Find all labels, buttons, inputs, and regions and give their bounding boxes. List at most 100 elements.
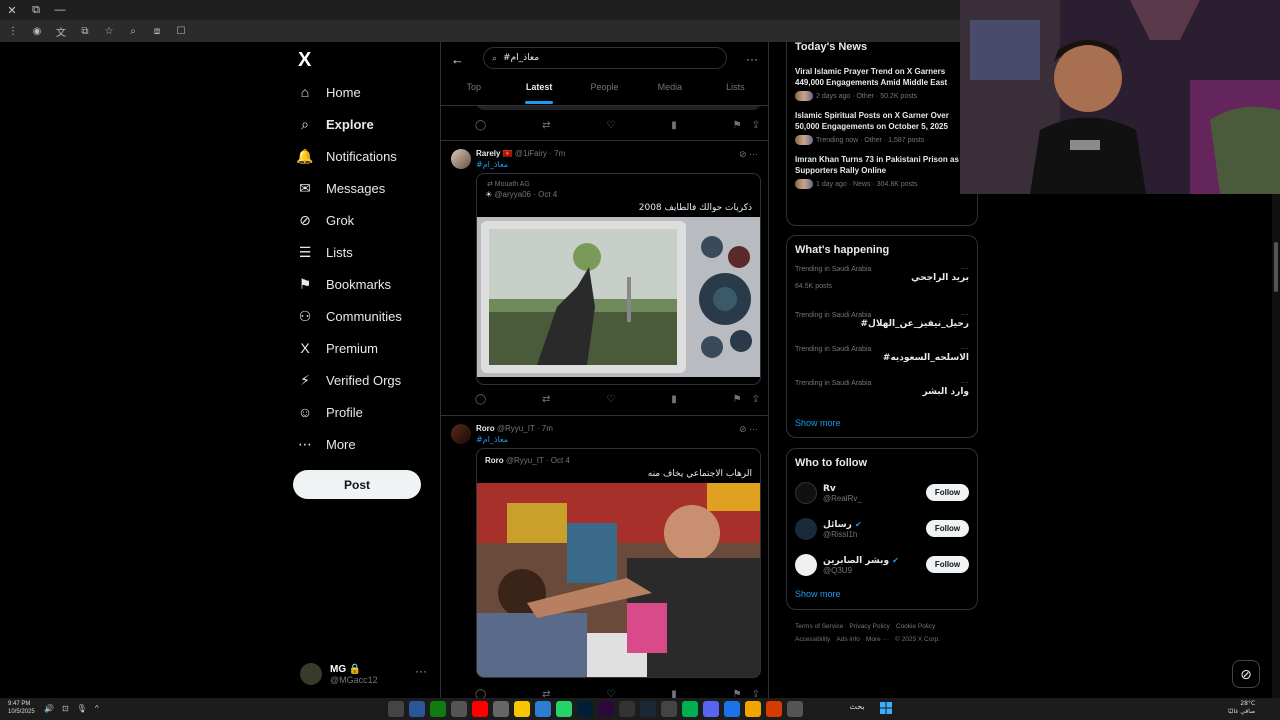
- footer-link[interactable]: Ads info: [836, 636, 860, 643]
- x-logo[interactable]: X: [298, 49, 311, 72]
- like-icon[interactable]: ♡: [606, 689, 615, 699]
- quoted-tweet[interactable]: Roro @Ryyu_IT · Oct 4 الرهاب الاجتماعي ي…: [476, 448, 761, 678]
- more-dots-icon[interactable]: ···: [746, 52, 758, 66]
- xbox-icon[interactable]: [430, 701, 446, 717]
- nav-home[interactable]: ⌂ Home: [296, 76, 436, 108]
- like-icon[interactable]: ♡: [606, 394, 615, 405]
- close-window-icon[interactable]: ✕: [0, 4, 24, 17]
- app-icon[interactable]: [451, 701, 467, 717]
- back-arrow-icon[interactable]: ←: [451, 52, 464, 67]
- bookmark-icon[interactable]: ⚑: [733, 394, 742, 405]
- windows-start-icon[interactable]: [880, 702, 892, 714]
- youtube-icon[interactable]: [472, 701, 488, 717]
- app-icon[interactable]: [661, 701, 677, 717]
- mic-icon[interactable]: 🎙: [77, 704, 87, 713]
- follow-suggestion[interactable]: رسائل ✔ @Rissl1h Follow: [787, 511, 977, 547]
- restore-window-icon[interactable]: ⧉: [24, 4, 48, 17]
- more-dots-icon[interactable]: ···: [961, 344, 969, 353]
- share-icon[interactable]: ⇪: [752, 689, 760, 699]
- news-item[interactable]: Imran Khan Turns 73 in Pakistani Prison …: [787, 154, 977, 189]
- show-more-link[interactable]: Show more: [787, 412, 977, 434]
- bookmark-icon[interactable]: ⚑: [733, 689, 742, 699]
- more-dots-icon[interactable]: ···: [749, 149, 758, 159]
- tab-media[interactable]: Media: [637, 78, 702, 106]
- camera-video-thumbnail[interactable]: [477, 217, 760, 377]
- chat-icon[interactable]: ☐: [174, 26, 188, 37]
- tab-people[interactable]: People: [572, 78, 637, 106]
- nav-lists[interactable]: ☰ Lists: [296, 236, 436, 268]
- author-name[interactable]: Roro: [476, 424, 495, 433]
- tab-latest[interactable]: Latest: [506, 78, 571, 106]
- retweet-icon[interactable]: ⇄: [542, 394, 550, 405]
- extension-icon[interactable]: ◉: [30, 26, 44, 37]
- footer-link[interactable]: Accessibility: [795, 636, 830, 643]
- footer-link[interactable]: Cookie Policy: [896, 623, 935, 630]
- follow-button[interactable]: Follow: [926, 520, 969, 537]
- nav-premium[interactable]: X Premium: [296, 332, 436, 364]
- discord-icon[interactable]: [703, 701, 719, 717]
- retweet-icon[interactable]: ⇄: [542, 689, 550, 699]
- app-icon[interactable]: [409, 701, 425, 717]
- share-icon[interactable]: ⇪: [752, 120, 760, 131]
- news-item[interactable]: Viral Islamic Prayer Trend on X Garners …: [787, 66, 977, 101]
- footer-link[interactable]: Terms of Service: [795, 623, 843, 630]
- nav-explore[interactable]: ⌕ Explore: [296, 108, 436, 140]
- grok-floating-button[interactable]: ⊘: [1232, 660, 1260, 688]
- share-icon[interactable]: ⇪: [752, 394, 760, 405]
- nav-notifications[interactable]: 🔔 Notifications: [296, 140, 436, 172]
- volume-icon[interactable]: 🔊: [44, 704, 54, 713]
- app-icon[interactable]: [682, 701, 698, 717]
- taskbar-search[interactable]: بحث: [835, 702, 879, 716]
- nav-profile[interactable]: ☺ Profile: [296, 396, 436, 428]
- trend-item[interactable]: Trending in Saudi Arabia #الاسلحه_السعود…: [787, 344, 977, 378]
- views-icon[interactable]: ▮: [671, 689, 677, 699]
- follow-button[interactable]: Follow: [926, 556, 969, 573]
- app-icon[interactable]: [619, 701, 635, 717]
- screenshot-icon[interactable]: ⧈: [150, 26, 164, 37]
- menu-dots-icon[interactable]: ⋮: [6, 26, 20, 37]
- app-icon[interactable]: [493, 701, 509, 717]
- post-button[interactable]: Post: [293, 470, 421, 499]
- app-icon[interactable]: [388, 701, 404, 717]
- search-input[interactable]: [503, 53, 704, 63]
- translate-icon[interactable]: 文: [54, 24, 68, 39]
- nav-verified-orgs[interactable]: ⚡ Verified Orgs: [296, 364, 436, 396]
- nav-more[interactable]: ⋯ More: [296, 428, 436, 460]
- news-item[interactable]: Islamic Spiritual Posts on X Garner Over…: [787, 110, 977, 145]
- browser-icon[interactable]: [724, 701, 740, 717]
- reply-icon[interactable]: ◯: [475, 394, 486, 405]
- copy-icon[interactable]: ⧉: [78, 26, 92, 37]
- nav-communities[interactable]: ⚇ Communities: [296, 300, 436, 332]
- folder-icon[interactable]: [745, 701, 761, 717]
- app-icon[interactable]: [514, 701, 530, 717]
- trend-item[interactable]: Trending in Saudi Arabia #رحيل_نيفيز_عن_…: [787, 310, 977, 344]
- photoshop-icon[interactable]: [577, 701, 593, 717]
- minimize-window-icon[interactable]: —: [48, 4, 72, 16]
- clock[interactable]: 9:47 PM 10/5/2025: [8, 700, 35, 716]
- scrollbar-thumb[interactable]: [1274, 242, 1278, 292]
- hashtag[interactable]: #معاذ_ام: [476, 435, 508, 444]
- author-name[interactable]: Rarely 🇲🇪: [476, 149, 513, 158]
- tab-lists[interactable]: Lists: [703, 78, 768, 106]
- nav-messages[interactable]: ✉ Messages: [296, 172, 436, 204]
- star-icon[interactable]: ☆: [102, 26, 116, 37]
- more-dots-icon[interactable]: ···: [961, 310, 969, 319]
- views-icon[interactable]: ▮: [671, 120, 677, 131]
- steam-icon[interactable]: [640, 701, 656, 717]
- search-page-icon[interactable]: ⌕: [126, 26, 140, 37]
- hashtag[interactable]: #معاذ_ام: [476, 160, 508, 169]
- tweet[interactable]: Rarely 🇲🇪 @1iFairy · 7m ⊘ ··· #معاذ_ام ⇄…: [441, 140, 768, 415]
- tweet-menu[interactable]: ⊘ ···: [739, 424, 758, 435]
- bookmark-icon[interactable]: ⚑: [733, 120, 742, 131]
- trend-item[interactable]: Trending in Saudi Arabia بريد الراجحي 64…: [787, 264, 977, 310]
- follow-button[interactable]: Follow: [926, 484, 969, 501]
- market-video-thumbnail[interactable]: [477, 483, 760, 677]
- premiere-icon[interactable]: [598, 701, 614, 717]
- weather-widget[interactable]: 28°C صافي غالبًا: [1228, 700, 1255, 716]
- whatsapp-icon[interactable]: [556, 701, 572, 717]
- retweet-icon[interactable]: ⇄: [542, 120, 550, 131]
- tab-top[interactable]: Top: [441, 78, 506, 106]
- footer-link[interactable]: Privacy Policy: [849, 623, 889, 630]
- tweet[interactable]: Roro @Ryyu_IT · 7m ⊘ ··· #معاذ_ام Roro @…: [441, 415, 768, 698]
- network-icon[interactable]: ⊡: [62, 704, 69, 713]
